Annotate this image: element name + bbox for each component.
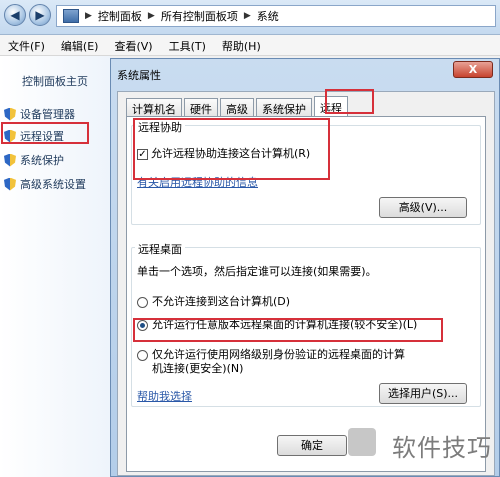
tab-strip: 计算机名 硬件 高级 系统保护 远程 xyxy=(126,96,348,118)
watermark-text: 软件技巧 xyxy=(392,434,492,462)
highlight-allow-any-version xyxy=(133,318,443,342)
help-link-text: 帮助我选择 xyxy=(137,390,192,403)
forward-button[interactable]: ▶ xyxy=(29,4,51,26)
shield-icon xyxy=(4,177,16,191)
sidebar-item-label: 系统保护 xyxy=(20,154,64,167)
menu-view[interactable]: 查看(V) xyxy=(106,35,160,55)
radio-label-continued: 机连接(更安全)(N) xyxy=(152,362,244,375)
breadcrumb-system[interactable]: 系统 xyxy=(257,8,279,24)
menu-tools[interactable]: 工具(T) xyxy=(161,35,214,55)
chevron-right-icon: ▶ xyxy=(85,11,92,21)
breadcrumb-all-items[interactable]: 所有控制面板项 xyxy=(161,8,238,24)
menu-help[interactable]: 帮助(H) xyxy=(214,35,269,55)
sidebar-item-label: 高级系统设置 xyxy=(20,178,86,191)
sidebar-item-label: 设备管理器 xyxy=(20,108,75,121)
address-bar[interactable]: ▶ 控制面板 ▶ 所有控制面板项 ▶ 系统 xyxy=(56,5,496,27)
watermark-logo-icon xyxy=(348,428,376,456)
highlight-remote-assistance xyxy=(133,118,330,180)
radio-allow-nla-only[interactable]: 仅允许运行使用网络级别身份验证的远程桌面的计算 机连接(更安全)(N) xyxy=(137,348,405,376)
tab-advanced[interactable]: 高级 xyxy=(220,98,254,118)
chevron-right-icon: ▶ xyxy=(243,11,251,21)
back-button[interactable]: ◀ xyxy=(4,4,26,26)
advanced-button[interactable]: 高级(V)... xyxy=(379,197,467,218)
sidebar-item-advanced-settings[interactable]: 高级系统设置 xyxy=(4,176,86,192)
radio-icon xyxy=(137,349,148,361)
radio-label: 仅允许运行使用网络级别身份验证的远程桌面的计算 xyxy=(152,348,405,361)
remote-desktop-legend: 远程桌面 xyxy=(135,241,185,257)
close-button[interactable]: X xyxy=(453,61,493,78)
explorer-toolbar: ◀ ▶ ▶ 控制面板 ▶ 所有控制面板项 ▶ 系统 xyxy=(0,0,500,35)
control-panel-icon xyxy=(63,9,79,23)
select-users-button[interactable]: 选择用户(S)... xyxy=(379,383,467,404)
shield-icon xyxy=(4,153,16,167)
remote-desktop-instruction: 单击一个选项，然后指定谁可以连接(如果需要)。 xyxy=(137,265,377,278)
highlight-remote-settings xyxy=(1,122,89,144)
radio-icon xyxy=(137,296,148,308)
menu-edit[interactable]: 编辑(E) xyxy=(53,35,107,55)
radio-label: 不允许连接到这台计算机(D) xyxy=(152,295,291,308)
ok-button[interactable]: 确定 xyxy=(277,435,347,456)
radio-deny-connections[interactable]: 不允许连接到这台计算机(D) xyxy=(137,293,290,309)
sidebar-item-device-manager[interactable]: 设备管理器 xyxy=(4,106,75,122)
tab-computer-name[interactable]: 计算机名 xyxy=(126,98,182,118)
chevron-right-icon: ▶ xyxy=(147,11,155,21)
tab-hardware[interactable]: 硬件 xyxy=(184,98,218,118)
shield-icon xyxy=(4,107,16,121)
help-me-choose-link[interactable]: 帮助我选择 xyxy=(137,388,192,404)
left-panel: 控制面板主页 设备管理器 远程设置 系统保护 高级系统设置 xyxy=(0,56,110,477)
dialog-title: 系统属性 xyxy=(117,69,161,82)
menu-bar: 文件(F) 编辑(E) 查看(V) 工具(T) 帮助(H) xyxy=(0,35,500,56)
highlight-remote-tab xyxy=(325,89,374,114)
control-panel-home-link[interactable]: 控制面板主页 xyxy=(22,73,88,89)
sidebar-item-system-protection[interactable]: 系统保护 xyxy=(4,152,64,168)
tab-system-protection[interactable]: 系统保护 xyxy=(256,98,312,118)
breadcrumb-control-panel[interactable]: 控制面板 xyxy=(98,8,142,24)
menu-file[interactable]: 文件(F) xyxy=(0,35,53,55)
